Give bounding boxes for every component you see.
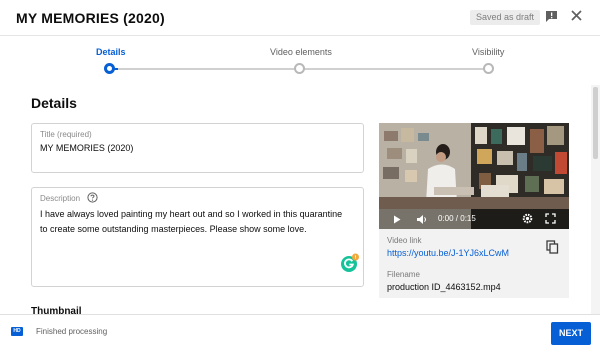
description-field-label: Description	[40, 194, 81, 203]
close-icon[interactable]	[570, 9, 583, 22]
help-icon[interactable]	[87, 192, 98, 203]
processing-status: Finished processing	[36, 327, 108, 336]
step-details[interactable]: Details	[96, 47, 126, 57]
dialog-header: MY MEMORIES (2020) Saved as draft	[0, 0, 600, 36]
video-controls: 0:00 / 0:15	[379, 209, 569, 229]
step-details-dot[interactable]	[104, 63, 115, 74]
video-filename: production ID_4463152.mp4	[387, 282, 501, 292]
dialog-title: MY MEMORIES (2020)	[16, 10, 165, 26]
saved-as-draft-badge: Saved as draft	[470, 10, 541, 25]
video-time: 0:00 / 0:15	[438, 214, 476, 223]
step-video-elements[interactable]: Video elements	[270, 47, 332, 57]
details-heading: Details	[31, 95, 77, 111]
description-field[interactable]: Description I have always loved painting…	[31, 187, 364, 287]
dialog-footer: HD Finished processing NEXT	[0, 314, 600, 350]
title-field[interactable]: Title (required) MY MEMORIES (2020)	[31, 123, 364, 173]
video-link-label: Video link	[387, 236, 422, 245]
volume-icon[interactable]	[416, 214, 428, 225]
video-preview-card: 0:00 / 0:15 Video link https://youtu.be/…	[379, 123, 569, 298]
settings-icon[interactable]	[522, 213, 533, 224]
video-link[interactable]: https://youtu.be/J-1YJ6xLCwM	[387, 248, 509, 258]
grammarly-icon[interactable]	[340, 253, 360, 273]
hd-badge: HD	[11, 327, 23, 336]
title-input[interactable]: MY MEMORIES (2020)	[40, 143, 133, 153]
title-field-label: Title (required)	[40, 130, 92, 139]
step-visibility-dot[interactable]	[483, 63, 494, 74]
next-button[interactable]: NEXT	[551, 322, 591, 345]
upload-stepper: Details Video elements Visibility	[0, 37, 600, 85]
step-video-elements-dot[interactable]	[294, 63, 305, 74]
fullscreen-icon[interactable]	[545, 213, 556, 224]
copy-icon[interactable]	[546, 240, 559, 254]
description-input[interactable]: I have always loved painting my heart ou…	[40, 207, 352, 237]
play-icon[interactable]	[393, 215, 401, 224]
step-visibility[interactable]: Visibility	[472, 47, 504, 57]
scrollbar-thumb[interactable]	[593, 87, 598, 159]
video-player[interactable]: 0:00 / 0:15	[379, 123, 569, 229]
scrollbar[interactable]	[591, 85, 600, 315]
upload-dialog: MY MEMORIES (2020) Saved as draft Detail…	[0, 0, 600, 350]
feedback-icon[interactable]	[545, 10, 558, 22]
filename-label: Filename	[387, 270, 420, 279]
